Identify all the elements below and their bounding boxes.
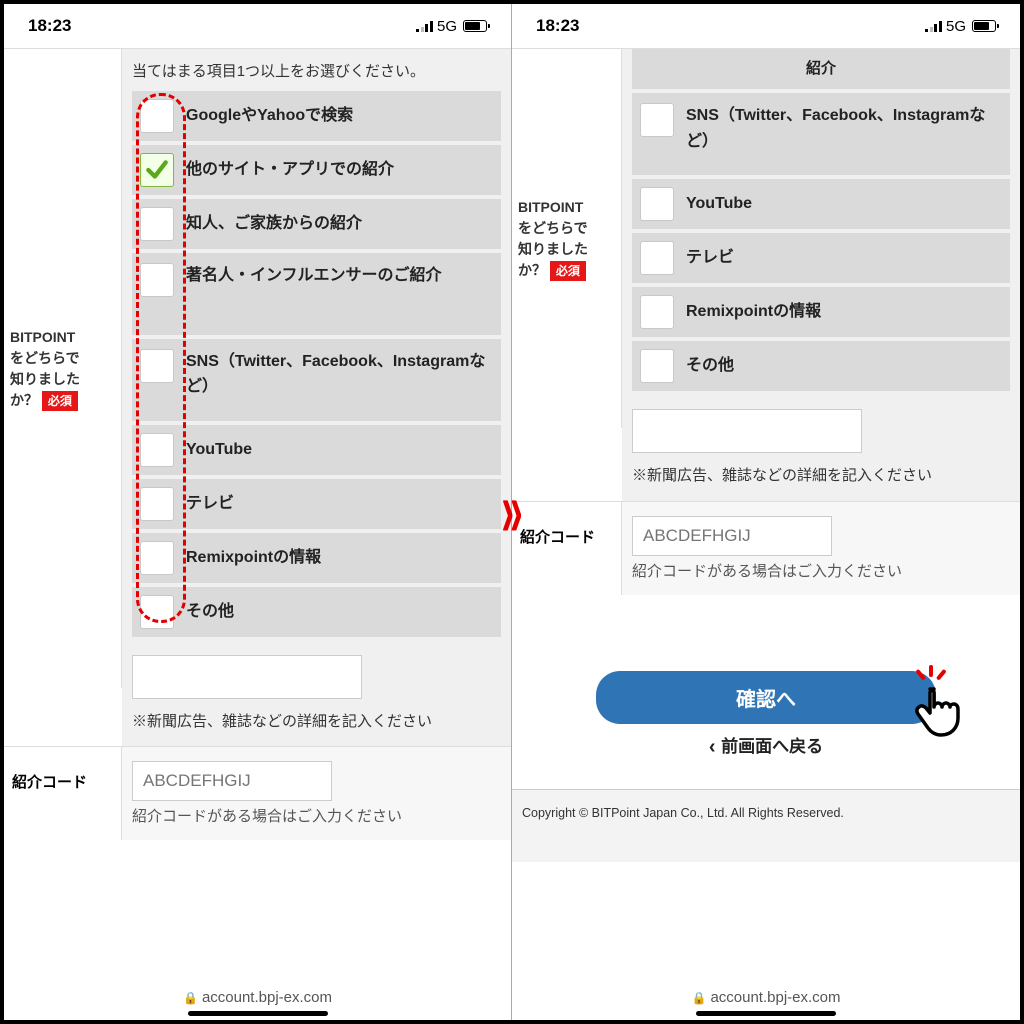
status-time: 18:23 <box>28 16 71 36</box>
option-row[interactable]: Remixpointの情報 <box>132 533 501 583</box>
option-label: GoogleやYahooで検索 <box>186 103 493 129</box>
pointer-hand-icon <box>906 677 970 741</box>
option-label: テレビ <box>686 245 1002 271</box>
option-row[interactable]: 知人、ご家族からの紹介 <box>132 199 501 249</box>
option-label: 知人、ご家族からの紹介 <box>186 211 493 237</box>
option-label: SNS（Twitter、Facebook、Instagramなど） <box>686 103 1002 154</box>
option-label: YouTube <box>186 437 493 463</box>
phone-left: 18:23 5G BITPOINT をどちらで 知りました か？ 必須 <box>4 4 512 1020</box>
option-row[interactable]: その他 <box>632 341 1010 391</box>
lock-icon: 🔒 <box>183 991 198 1005</box>
option-row[interactable]: SNS（Twitter、Facebook、Instagramなど） <box>132 339 501 421</box>
checkbox-checked[interactable] <box>140 153 174 187</box>
required-badge: 必須 <box>42 391 78 411</box>
signal-icon <box>925 21 942 32</box>
checkbox[interactable] <box>640 349 674 383</box>
option-row[interactable]: 他のサイト・アプリでの紹介 <box>132 145 501 195</box>
url-bar: 🔒 account.bpj-ex.com <box>4 989 511 1006</box>
phone-right: 18:23 5G BITPOINT をどちらで 知りました か？ 必須 <box>512 4 1020 1020</box>
option-row-partial[interactable]: 紹介 <box>632 49 1010 89</box>
checkbox-list: GoogleやYahooで検索 他のサイト・アプリでの紹介 知人、ご家族から <box>132 91 501 637</box>
instruction-text: 当てはまる項目1つ以上をお選びください。 <box>132 59 501 85</box>
checkbox[interactable] <box>640 187 674 221</box>
detail-note: ※新聞広告、雑誌などの詳細を記入ください <box>632 463 1010 489</box>
required-badge: 必須 <box>550 261 586 281</box>
checkbox[interactable] <box>140 349 174 383</box>
detail-input[interactable] <box>132 655 362 699</box>
check-icon <box>144 157 170 183</box>
checkbox[interactable] <box>140 541 174 575</box>
checkbox[interactable] <box>140 487 174 521</box>
option-label: 他のサイト・アプリでの紹介 <box>186 157 493 183</box>
option-label: Remixpointの情報 <box>686 299 1002 325</box>
option-row[interactable]: テレビ <box>132 479 501 529</box>
question-label: BITPOINT をどちらで 知りました か？ 必須 <box>512 48 622 428</box>
checkbox[interactable] <box>140 263 174 297</box>
option-label: その他 <box>686 353 1002 379</box>
detail-input[interactable] <box>632 409 862 453</box>
option-row[interactable]: YouTube <box>632 179 1010 229</box>
battery-icon <box>463 20 487 32</box>
checkbox[interactable] <box>140 207 174 241</box>
option-label: SNS（Twitter、Facebook、Instagramなど） <box>186 349 493 400</box>
referral-input[interactable] <box>632 516 832 556</box>
option-row[interactable]: その他 <box>132 587 501 637</box>
double-chevron-right-icon: » <box>499 500 526 524</box>
option-row[interactable]: YouTube <box>132 425 501 475</box>
option-label: テレビ <box>186 491 493 517</box>
url-bar: 🔒 account.bpj-ex.com <box>512 989 1020 1006</box>
option-row[interactable]: SNS（Twitter、Facebook、Instagramなど） <box>632 93 1010 175</box>
checkbox[interactable] <box>140 433 174 467</box>
status-bar: 18:23 5G <box>512 4 1020 48</box>
network-label: 5G <box>437 18 457 35</box>
option-row[interactable]: 著名人・インフルエンサーのご紹介 <box>132 253 501 335</box>
checkbox[interactable] <box>640 241 674 275</box>
home-indicator <box>188 1011 328 1016</box>
referral-help: 紹介コードがある場合はご入力ください <box>132 805 501 826</box>
referral-input[interactable] <box>132 761 332 801</box>
status-time: 18:23 <box>536 16 579 36</box>
network-label: 5G <box>946 18 966 35</box>
checkbox[interactable] <box>140 99 174 133</box>
confirm-button[interactable]: 確認へ <box>596 671 936 724</box>
checkbox[interactable] <box>640 295 674 329</box>
click-annotation <box>892 659 982 749</box>
checkbox[interactable] <box>140 595 174 629</box>
checkbox[interactable] <box>640 103 674 137</box>
option-label: その他 <box>186 599 493 625</box>
footer-copyright: Copyright © BITPoint Japan Co., Ltd. All… <box>512 789 1020 863</box>
option-label: 著名人・インフルエンサーのご紹介 <box>186 263 493 289</box>
option-label: 紹介 <box>806 57 836 81</box>
status-bar: 18:23 5G <box>4 4 511 48</box>
option-row[interactable]: テレビ <box>632 233 1010 283</box>
option-label: YouTube <box>686 191 1002 217</box>
referral-help: 紹介コードがある場合はご入力ください <box>632 560 1010 581</box>
referral-label: 紹介コード <box>4 747 122 840</box>
signal-icon <box>416 21 433 32</box>
detail-note: ※新聞広告、雑誌などの詳細を記入ください <box>132 709 501 735</box>
option-label: Remixpointの情報 <box>186 545 493 571</box>
option-row[interactable]: Remixpointの情報 <box>632 287 1010 337</box>
referral-label: 紹介コード <box>512 502 622 595</box>
url-text: account.bpj-ex.com <box>710 989 840 1006</box>
home-indicator <box>696 1011 836 1016</box>
question-label: BITPOINT をどちらで 知りました か？ 必須 <box>4 48 122 688</box>
lock-icon: 🔒 <box>691 991 706 1005</box>
url-text: account.bpj-ex.com <box>202 989 332 1006</box>
battery-icon <box>972 20 996 32</box>
option-row[interactable]: GoogleやYahooで検索 <box>132 91 501 141</box>
